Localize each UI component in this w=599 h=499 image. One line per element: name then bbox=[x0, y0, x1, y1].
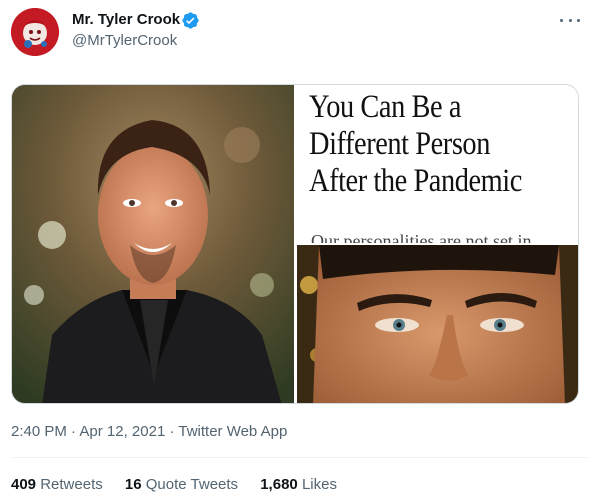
tweet-source[interactable]: Twitter Web App bbox=[178, 423, 287, 440]
author-avatar[interactable] bbox=[11, 8, 59, 56]
media-grid: You Can Be a Different Person After the … bbox=[11, 84, 579, 404]
author-display-name[interactable]: Mr. Tyler Crook bbox=[72, 11, 180, 28]
divider bbox=[11, 457, 588, 458]
portrait-photo-left[interactable] bbox=[12, 85, 294, 403]
quote-tweets-count: 16 bbox=[124, 476, 142, 493]
headline-line-2: Different Person bbox=[309, 126, 490, 162]
author-handle[interactable]: @MrTylerCrook bbox=[72, 32, 177, 49]
tweet-card: Mr. Tyler Crook @MrTylerCrook You Can Be… bbox=[0, 0, 599, 499]
article-subtext: Our personalities are not set in bbox=[311, 231, 532, 243]
closeup-photo-right[interactable] bbox=[297, 245, 578, 403]
verified-badge-icon bbox=[182, 12, 199, 29]
likes-stat[interactable]: 1,680 Likes bbox=[260, 476, 337, 493]
tweet-time[interactable]: 2:40 PM bbox=[11, 423, 67, 440]
likes-label: Likes bbox=[301, 476, 337, 493]
headline-line-1: You Can Be a bbox=[309, 89, 462, 125]
quote-tweets-stat[interactable]: 16 Quote Tweets bbox=[125, 476, 238, 493]
headline-line-3: After the Pandemic bbox=[309, 163, 522, 199]
quote-tweets-label: Quote Tweets bbox=[145, 476, 239, 493]
tweet-stats: 409 Retweets 16 Quote Tweets 1,680 Likes bbox=[11, 476, 355, 493]
news-article-headline[interactable]: You Can Be a Different Person After the … bbox=[297, 85, 578, 243]
retweets-label: Retweets bbox=[40, 476, 103, 493]
retweets-count: 409 bbox=[11, 476, 37, 493]
tweet-date[interactable]: Apr 12, 2021 bbox=[79, 423, 165, 440]
article-headline: You Can Be a Different Person After the … bbox=[309, 89, 539, 200]
more-options-icon[interactable] bbox=[560, 10, 580, 30]
tweet-timestamp: 2:40 PM · Apr 12, 2021 · Twitter Web App bbox=[11, 423, 288, 440]
likes-count: 1,680 bbox=[260, 476, 298, 493]
retweets-stat[interactable]: 409 Retweets bbox=[11, 476, 103, 493]
